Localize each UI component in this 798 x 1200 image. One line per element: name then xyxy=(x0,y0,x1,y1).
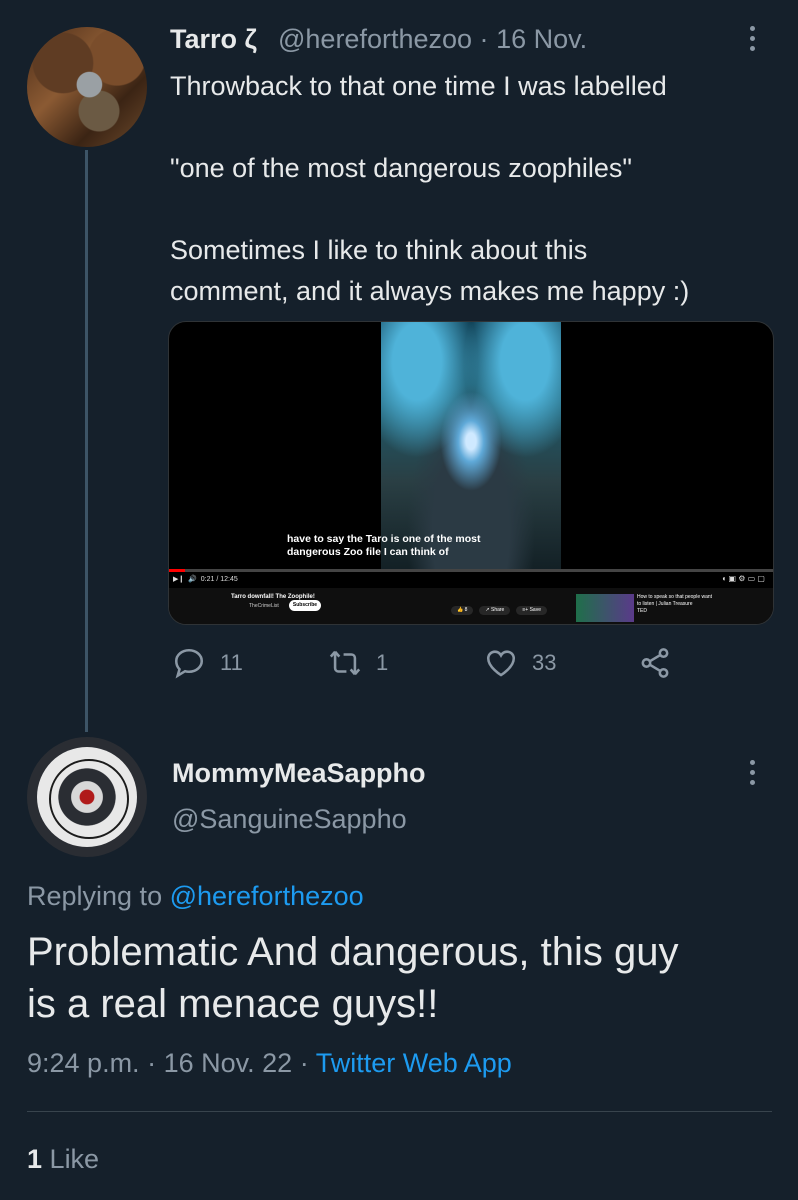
tweet-text-line: Throwback to that one time I was labelle… xyxy=(170,71,667,101)
heart-icon xyxy=(486,650,516,677)
tweet-date[interactable]: 16 Nov. xyxy=(496,24,587,54)
reply-text-line: Problematic And dangerous, this guy xyxy=(27,930,679,974)
share-icon xyxy=(641,648,669,678)
reply-count: 11 xyxy=(220,650,243,675)
author-handle-and-date[interactable]: @hereforthezoo · 16 Nov. xyxy=(278,24,587,55)
retweet-count: 1 xyxy=(376,650,389,675)
video-settings-icons: ◖ ▣ ⚙ ▭ ▢ xyxy=(721,574,765,583)
recommended-thumbnail xyxy=(576,594,634,622)
tweet-text-line: "one of the most dangerous zoophiles" xyxy=(170,153,632,183)
channel-name: TheCrimeList xyxy=(249,603,279,609)
avatar-mommymeasappho[interactable] xyxy=(27,737,147,857)
separator-dot: · xyxy=(479,24,489,54)
reply-text: Problematic And dangerous, this guy is a… xyxy=(27,926,777,1030)
avatar-tarro[interactable] xyxy=(27,27,147,147)
reply-icon xyxy=(174,648,204,679)
more-options-icon[interactable] xyxy=(740,760,764,785)
subscribe-button: Subscribe xyxy=(289,600,321,611)
source-app-link[interactable]: Twitter Web App xyxy=(316,1048,512,1078)
retweet-icon xyxy=(329,650,361,676)
video-timestamp: 0:21 / 12:45 xyxy=(200,576,238,583)
tweet-text: Throwback to that one time I was labelle… xyxy=(170,66,770,312)
author-name[interactable]: MommyMeaSappho xyxy=(172,758,426,789)
tweet-action-bar: 11 1 33 xyxy=(172,646,732,686)
separator-dot: · xyxy=(299,1048,309,1078)
like-count: 33 xyxy=(532,650,557,675)
separator-dot: · xyxy=(147,1048,157,1078)
replying-prefix: Replying to xyxy=(27,881,163,911)
retweet-button[interactable]: 1 xyxy=(328,646,388,680)
author-handle[interactable]: @hereforthezoo xyxy=(278,24,472,54)
replying-to: Replying to @hereforthezoo xyxy=(27,881,364,912)
tweet-time[interactable]: 9:24 p.m. xyxy=(27,1048,140,1078)
attached-video-screenshot[interactable]: have to say the Taro is one of the most … xyxy=(168,321,774,625)
recommended-title: How to speak so that people want to list… xyxy=(637,594,713,607)
subtitle-line: have to say the Taro is one of the most xyxy=(287,533,481,545)
recommended-video: How to speak so that people want to list… xyxy=(637,594,717,615)
likes-summary[interactable]: 1 Like xyxy=(27,1144,99,1175)
tweet-text-line: Sometimes I like to think about this xyxy=(170,235,588,265)
likes-count: 1 xyxy=(27,1144,43,1174)
like-button[interactable]: 33 xyxy=(484,646,556,680)
divider xyxy=(27,1111,772,1112)
save-pill: ≡+ Save xyxy=(516,606,547,615)
video-subtitle: have to say the Taro is one of the most … xyxy=(287,533,517,559)
playback-controls: ▶❙ 🔊 0:21 / 12:45 xyxy=(173,576,238,583)
recommended-channel: TED xyxy=(637,608,647,614)
youtube-info-bar: Tarro downfall! The Zoophile! TheCrimeLi… xyxy=(169,588,773,624)
video-controls: ▶❙ 🔊 0:21 / 12:45 ◖ ▣ ⚙ ▭ ▢ xyxy=(169,572,773,588)
reply-button[interactable]: 11 xyxy=(172,646,243,680)
subtitle-line: dangerous Zoo file I can think of xyxy=(287,546,449,558)
reply-text-line: is a real menace guys!! xyxy=(27,982,439,1026)
tweet-date[interactable]: 16 Nov. 22 xyxy=(164,1048,293,1078)
replying-handle-link[interactable]: @hereforthezoo xyxy=(170,881,364,911)
author-name[interactable]: Tarro ζ xyxy=(170,24,257,55)
share-button[interactable] xyxy=(638,646,672,680)
tweet-metadata: 9:24 p.m. · 16 Nov. 22 · Twitter Web App xyxy=(27,1048,512,1079)
author-handle[interactable]: @SanguineSappho xyxy=(172,804,407,835)
crest-ring xyxy=(49,759,129,839)
share-pill: ↗ Share xyxy=(479,606,511,615)
thread-connector-line xyxy=(85,150,88,732)
video-actions: 👍 8 ↗ Share ≡+ Save xyxy=(451,606,547,615)
likes-label: Like xyxy=(49,1144,100,1174)
tweet-text-line: comment, and it always makes me happy :) xyxy=(170,276,690,306)
like-pill: 👍 8 xyxy=(451,606,474,615)
more-options-icon[interactable] xyxy=(740,26,764,51)
